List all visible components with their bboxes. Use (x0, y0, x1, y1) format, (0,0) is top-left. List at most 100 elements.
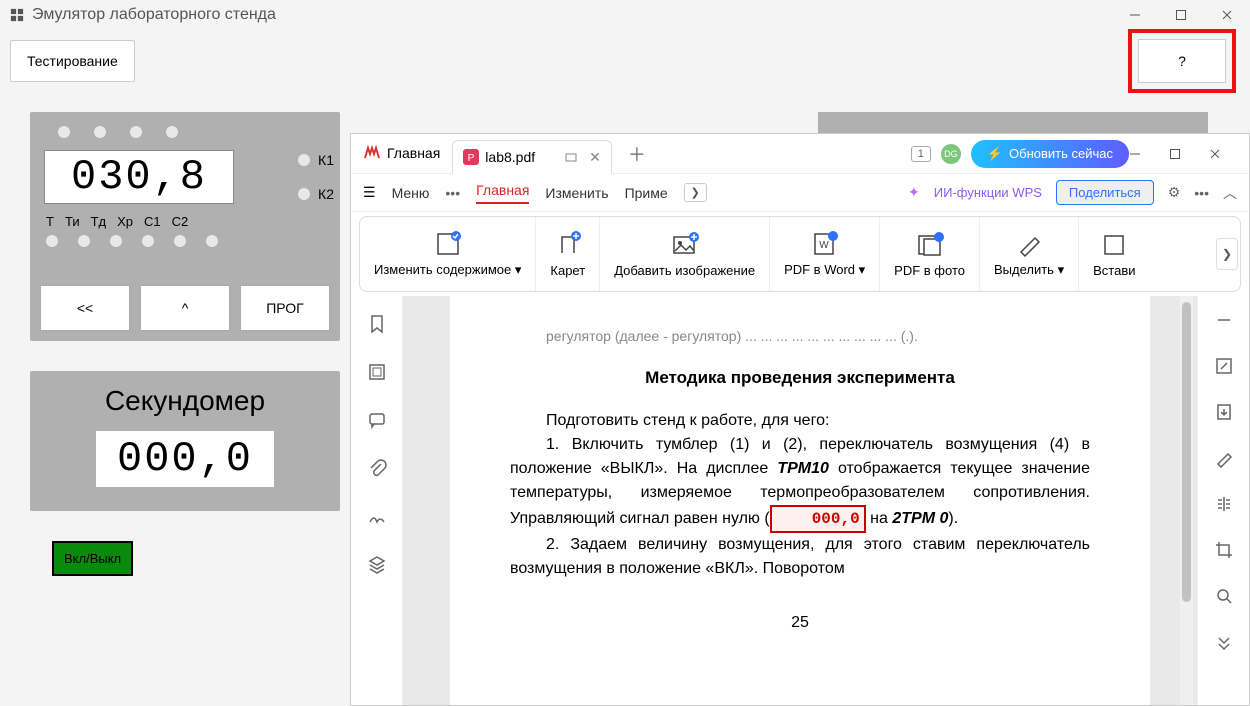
hamburger-icon[interactable]: ☰ (363, 184, 376, 201)
stopwatch-block: Секундомер 000,0 (30, 371, 340, 511)
wps-titlebar: Главная P lab8.pdf ✕ ＋ 1 DG ⚡ Обновить с… (351, 134, 1249, 174)
user-avatar[interactable]: DG (941, 144, 961, 164)
ribbon-pdf-to-word[interactable]: W PDF в Word ▾ (770, 217, 880, 291)
help-button[interactable]: ? (1138, 39, 1226, 83)
doc-heading: Методика проведения эксперимента (510, 365, 1090, 391)
testing-button[interactable]: Тестирование (10, 40, 135, 82)
menu-menu[interactable]: Меню (392, 185, 430, 201)
prog-button[interactable]: ПРОГ (240, 285, 330, 331)
k2-label: К2 (318, 186, 334, 202)
menu-apply[interactable]: Приме (625, 185, 668, 201)
split-tool-icon[interactable] (1214, 494, 1234, 514)
tab-close-icon[interactable]: ✕ (589, 149, 601, 166)
close-button[interactable] (1204, 0, 1250, 30)
wps-logo-icon (363, 144, 381, 162)
power-toggle[interactable]: Вкл/Выкл (52, 541, 133, 576)
prev-button[interactable]: << (40, 285, 130, 331)
export-tool-icon[interactable] (1214, 402, 1234, 422)
doc-led-value: 000,0 (770, 505, 866, 533)
led-indicator (142, 235, 154, 247)
wps-close-button[interactable] (1209, 148, 1249, 160)
crop-tool-icon[interactable] (1214, 540, 1234, 560)
ribbon-caret[interactable]: Карет (536, 217, 600, 291)
k1-label: К1 (318, 152, 334, 168)
ribbon-edit-content-label: Изменить содержимое ▾ (374, 262, 521, 278)
ribbon-insert[interactable]: Встави (1079, 217, 1149, 291)
tab-detach-icon[interactable] (565, 151, 577, 163)
wps-tab-document[interactable]: P lab8.pdf ✕ (452, 140, 612, 174)
app-icon (10, 8, 24, 22)
svg-text:P: P (468, 153, 475, 164)
wps-ribbon: Изменить содержимое ▾ Карет Добавить изо… (359, 216, 1241, 292)
edit-content-icon (434, 230, 462, 258)
wps-window: Главная P lab8.pdf ✕ ＋ 1 DG ⚡ Обновить с… (350, 133, 1250, 706)
lightning-icon: ⚡ (987, 146, 1003, 162)
more-menu-icon[interactable]: ••• (1194, 185, 1209, 201)
ribbon-pdf-to-word-label: PDF в Word ▾ (784, 262, 865, 278)
ribbon-pdf-to-photo-label: PDF в фото (894, 263, 965, 278)
k2-led (298, 188, 310, 200)
maximize-button[interactable] (1158, 0, 1204, 30)
chevron-down-icon[interactable] (1214, 632, 1234, 652)
notification-badge[interactable]: 1 (911, 146, 931, 162)
pdf-to-photo-icon (916, 231, 944, 259)
document-viewport[interactable]: регулятор (далее - регулятор) ... ... ..… (403, 296, 1197, 705)
doc-scrollbar[interactable] (1180, 296, 1193, 705)
wps-minimize-button[interactable] (1129, 148, 1169, 160)
caret-icon (554, 231, 582, 259)
instrument-panel: 030,8 К1 К2 Т Ти Тд Хр С1 С2 << ^ ПРОГ С… (30, 112, 340, 576)
main-display: 030,8 (44, 150, 234, 204)
ribbon-scroll-right[interactable]: ❯ (1216, 238, 1238, 270)
add-image-icon (671, 231, 699, 259)
doc-page-number: 25 (510, 611, 1090, 635)
attachment-icon[interactable] (367, 458, 387, 478)
ribbon-edit-content[interactable]: Изменить содержимое ▾ (360, 217, 536, 291)
wps-tab-home[interactable]: Главная (351, 134, 452, 173)
wps-maximize-button[interactable] (1169, 148, 1209, 160)
ai-functions[interactable]: ИИ-функции WPS (934, 185, 1042, 200)
wps-left-sidenav (351, 296, 403, 705)
ribbon-highlight[interactable]: Выделить ▾ (980, 217, 1079, 291)
pen-tool-icon[interactable] (1214, 448, 1234, 468)
edit-tool-icon[interactable] (1214, 356, 1234, 376)
ribbon-pdf-to-photo[interactable]: PDF в фото (880, 217, 980, 291)
ai-sparkle-icon: ✦ (908, 184, 920, 201)
layers-icon[interactable] (367, 554, 387, 574)
doc-scroll-thumb[interactable] (1182, 302, 1191, 602)
up-button[interactable]: ^ (140, 285, 230, 331)
svg-text:W: W (819, 240, 829, 251)
minimize-button[interactable] (1112, 0, 1158, 30)
update-button[interactable]: ⚡ Обновить сейчас (971, 140, 1129, 168)
label-td: Тд (91, 214, 107, 229)
stopwatch-title: Секундомер (44, 385, 326, 417)
gear-icon[interactable]: ⚙ (1168, 184, 1181, 201)
collapse-ribbon-icon[interactable]: ︿ (1223, 183, 1237, 203)
app-title: Эмулятор лабораторного стенда (32, 6, 276, 24)
led-indicator (46, 235, 58, 247)
signature-icon[interactable] (367, 506, 387, 526)
minus-tool-icon[interactable] (1214, 310, 1234, 330)
search-tool-icon[interactable] (1214, 586, 1234, 606)
thumbnail-icon[interactable] (367, 362, 387, 382)
pdf-icon: P (463, 149, 479, 165)
led-indicator (78, 235, 90, 247)
comment-icon[interactable] (367, 410, 387, 430)
share-button[interactable]: Поделиться (1056, 180, 1154, 205)
more-dots-icon[interactable]: ••• (445, 185, 460, 201)
ribbon-highlight-label: Выделить ▾ (994, 262, 1064, 278)
doc-list-item-2: 2. Задаем величину возмущения, для этого… (510, 533, 1090, 581)
menu-home[interactable]: Главная (476, 182, 529, 204)
toolbar: Тестирование ? (0, 30, 1250, 92)
doc-list-item-1: 1. Включить тумблер (1) и (2), переключа… (510, 433, 1090, 533)
label-t: Т (46, 214, 54, 229)
bookmark-icon[interactable] (367, 314, 387, 334)
led-indicator (166, 126, 178, 138)
menu-scroll-right[interactable]: ❯ (684, 183, 707, 202)
ribbon-add-image-label: Добавить изображение (614, 263, 755, 278)
wps-tab-doc-label: lab8.pdf (485, 149, 535, 165)
new-tab-button[interactable]: ＋ (622, 141, 652, 167)
help-highlight: ? (1128, 29, 1236, 93)
ribbon-add-image[interactable]: Добавить изображение (600, 217, 770, 291)
menu-edit[interactable]: Изменить (545, 185, 608, 201)
document-page: регулятор (далее - регулятор) ... ... ..… (450, 296, 1150, 705)
